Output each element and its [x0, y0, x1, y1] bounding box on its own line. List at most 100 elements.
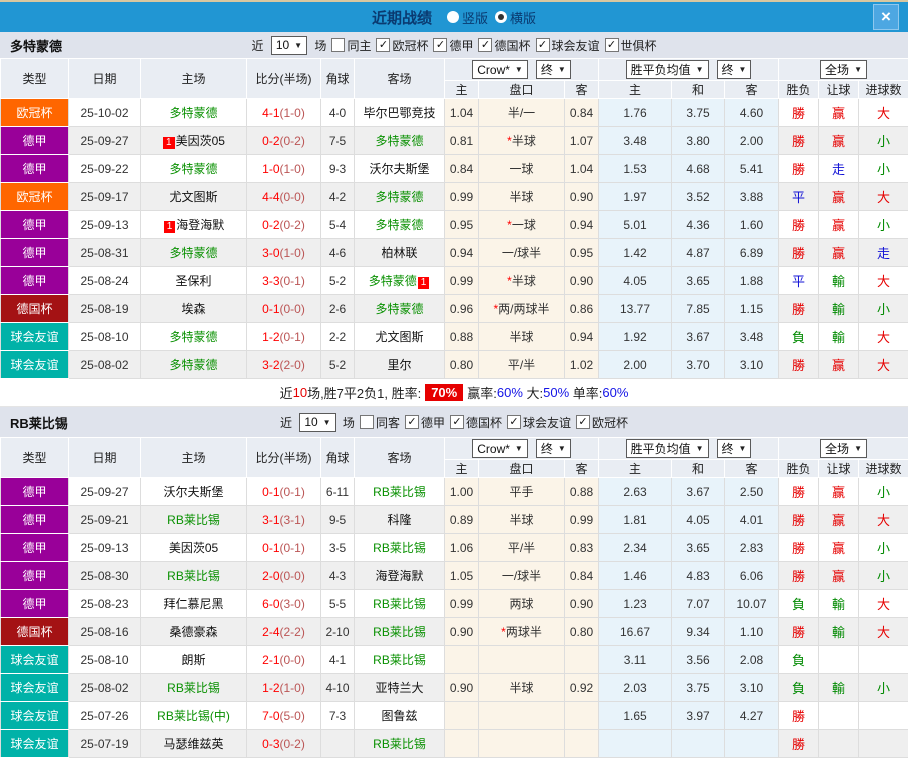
close-icon[interactable]: × — [873, 4, 899, 30]
avg-type-select[interactable]: 胜平负均值▼ — [626, 60, 709, 79]
league-cell: 德甲 — [1, 562, 69, 590]
league-filter-checkbox[interactable]: ✓德甲 — [433, 37, 473, 54]
result-wdl-cell: 勝 — [779, 155, 819, 183]
team-name: RB莱比锡 — [10, 413, 68, 432]
league-cell: 德甲 — [1, 534, 69, 562]
games-count-select[interactable]: 10▼ — [299, 413, 335, 432]
league-cell: 欧冠杯 — [1, 99, 69, 127]
odds-away-cell: 0.92 — [565, 674, 599, 702]
league-filter-checkbox[interactable]: ✓欧冠杯 — [576, 414, 628, 431]
same-venue-checkbox[interactable]: 同客 — [360, 414, 400, 431]
home-team-cell: 多特蒙德 — [141, 99, 247, 127]
score-cell: 7-0(5-0) — [247, 702, 321, 730]
odds-home-cell: 1.04 — [445, 99, 479, 127]
col-subheader: 胜负 — [779, 460, 819, 478]
odds-away-cell: 0.90 — [565, 590, 599, 618]
radio-horizontal-label: 横版 — [510, 8, 536, 27]
date-cell: 25-09-17 — [69, 183, 141, 211]
odds-time-select[interactable]: 终▼ — [536, 60, 571, 79]
avg-draw-cell: 3.67 — [672, 478, 725, 506]
chevron-down-icon: ▼ — [739, 65, 747, 74]
league-filter-checkbox[interactable]: ✓世俱杯 — [605, 37, 657, 54]
result-goals-cell: 走 — [859, 239, 908, 267]
away-team-cell: 柏林联 — [355, 239, 445, 267]
handicap-cell: 半球 — [479, 323, 565, 351]
result-handicap-cell — [819, 646, 859, 674]
odds-away-cell — [565, 702, 599, 730]
avg-home-cell: 13.77 — [599, 295, 672, 323]
match-row: 德甲 25-08-24 圣保利 3-3(0-1) 5-2 多特蒙德1 0.99 … — [1, 267, 908, 295]
layout-radio-vertical[interactable]: 竖版 — [447, 8, 488, 27]
avg-draw-cell: 7.07 — [672, 590, 725, 618]
league-filter-checkbox[interactable]: ✓德国杯 — [450, 414, 502, 431]
star-marker: * — [507, 134, 512, 148]
avg-draw-cell: 4.05 — [672, 506, 725, 534]
odds-time-select[interactable]: 终▼ — [536, 439, 571, 458]
odds-company-select[interactable]: Crow*▼ — [472, 60, 528, 79]
period-select[interactable]: 全场▼ — [820, 60, 867, 79]
avg-time-select[interactable]: 终▼ — [717, 60, 752, 79]
score-cell: 4-1(1-0) — [247, 99, 321, 127]
avg-home-cell — [599, 730, 672, 758]
avg-time-select[interactable]: 终▼ — [717, 439, 752, 458]
match-row: 德甲 25-09-27 1美因茨05 0-2(0-2) 7-5 多特蒙德 0.8… — [1, 127, 908, 155]
avg-home-cell: 1.42 — [599, 239, 672, 267]
match-row: 球会友谊 25-07-19 马瑟维兹英 0-3(0-2) RB莱比锡 勝 — [1, 730, 908, 758]
handicap-cell: 半球 — [479, 674, 565, 702]
avg-away-cell: 10.07 — [725, 590, 779, 618]
red-card-badge: 1 — [418, 277, 430, 289]
score-cell: 0-1(0-1) — [247, 478, 321, 506]
result-goals-cell: 大 — [859, 590, 908, 618]
odds-group-header: Crow*▼ 终▼ — [445, 59, 599, 81]
checkbox-icon: ✓ — [376, 38, 390, 52]
titlebar: 近期战绩 竖版 横版 × — [0, 2, 908, 32]
away-team-cell: RB莱比锡 — [355, 478, 445, 506]
result-handicap-cell: 赢 — [819, 562, 859, 590]
odds-home-cell: 0.81 — [445, 127, 479, 155]
odds-home-cell: 0.84 — [445, 155, 479, 183]
date-cell: 25-08-30 — [69, 562, 141, 590]
near-label: 近 — [251, 37, 266, 54]
result-goals-cell: 大 — [859, 99, 908, 127]
radio-vertical-label: 竖版 — [462, 8, 488, 27]
result-wdl-cell: 勝 — [779, 127, 819, 155]
odds-company-select[interactable]: Crow*▼ — [472, 439, 528, 458]
filter-bar: RB莱比锡 近 10▼ 场 同客✓德甲✓德国杯✓球会友谊✓欧冠杯 — [0, 407, 908, 437]
avg-home-cell: 4.05 — [599, 267, 672, 295]
handicap-cell: 一球 — [479, 155, 565, 183]
match-row: 欧冠杯 25-10-02 多特蒙德 4-1(1-0) 4-0 毕尔巴鄂竞技 1.… — [1, 99, 908, 127]
date-cell: 25-09-27 — [69, 478, 141, 506]
result-wdl-cell: 平 — [779, 183, 819, 211]
date-cell: 25-09-27 — [69, 127, 141, 155]
away-team-cell: RB莱比锡 — [355, 618, 445, 646]
layout-radio-horizontal[interactable]: 横版 — [495, 8, 536, 27]
corner-cell: 6-11 — [321, 478, 355, 506]
avg-home-cell: 1.76 — [599, 99, 672, 127]
avg-draw-cell: 3.52 — [672, 183, 725, 211]
avg-type-select[interactable]: 胜平负均值▼ — [626, 439, 709, 458]
result-handicap-cell: 輸 — [819, 323, 859, 351]
checkbox-icon — [331, 38, 345, 52]
match-row: 德甲 25-09-21 RB莱比锡 3-1(3-1) 9-5 科隆 0.89 半… — [1, 506, 908, 534]
games-count-select[interactable]: 10▼ — [271, 36, 307, 55]
league-filter-checkbox[interactable]: ✓球会友谊 — [507, 414, 571, 431]
away-team-cell: 海登海默 — [355, 562, 445, 590]
handicap-cell: *半球 — [479, 267, 565, 295]
result-handicap-cell: 赢 — [819, 211, 859, 239]
col-subheader: 客 — [565, 460, 599, 478]
avg-away-cell: 6.06 — [725, 562, 779, 590]
corner-cell: 4-6 — [321, 239, 355, 267]
result-goals-cell: 小 — [859, 562, 908, 590]
league-cell: 德甲 — [1, 211, 69, 239]
league-filter-checkbox[interactable]: ✓球会友谊 — [536, 37, 600, 54]
home-team-cell: 多特蒙德 — [141, 155, 247, 183]
period-select[interactable]: 全场▼ — [820, 439, 867, 458]
score-cell: 0-3(0-2) — [247, 730, 321, 758]
same-venue-checkbox[interactable]: 同主 — [331, 37, 371, 54]
league-filter-checkbox[interactable]: ✓德国杯 — [478, 37, 530, 54]
away-team-cell: 毕尔巴鄂竞技 — [355, 99, 445, 127]
league-filter-checkbox[interactable]: ✓欧冠杯 — [376, 37, 428, 54]
avg-away-cell: 5.41 — [725, 155, 779, 183]
league-filter-checkbox[interactable]: ✓德甲 — [405, 414, 445, 431]
handicap-cell — [479, 646, 565, 674]
